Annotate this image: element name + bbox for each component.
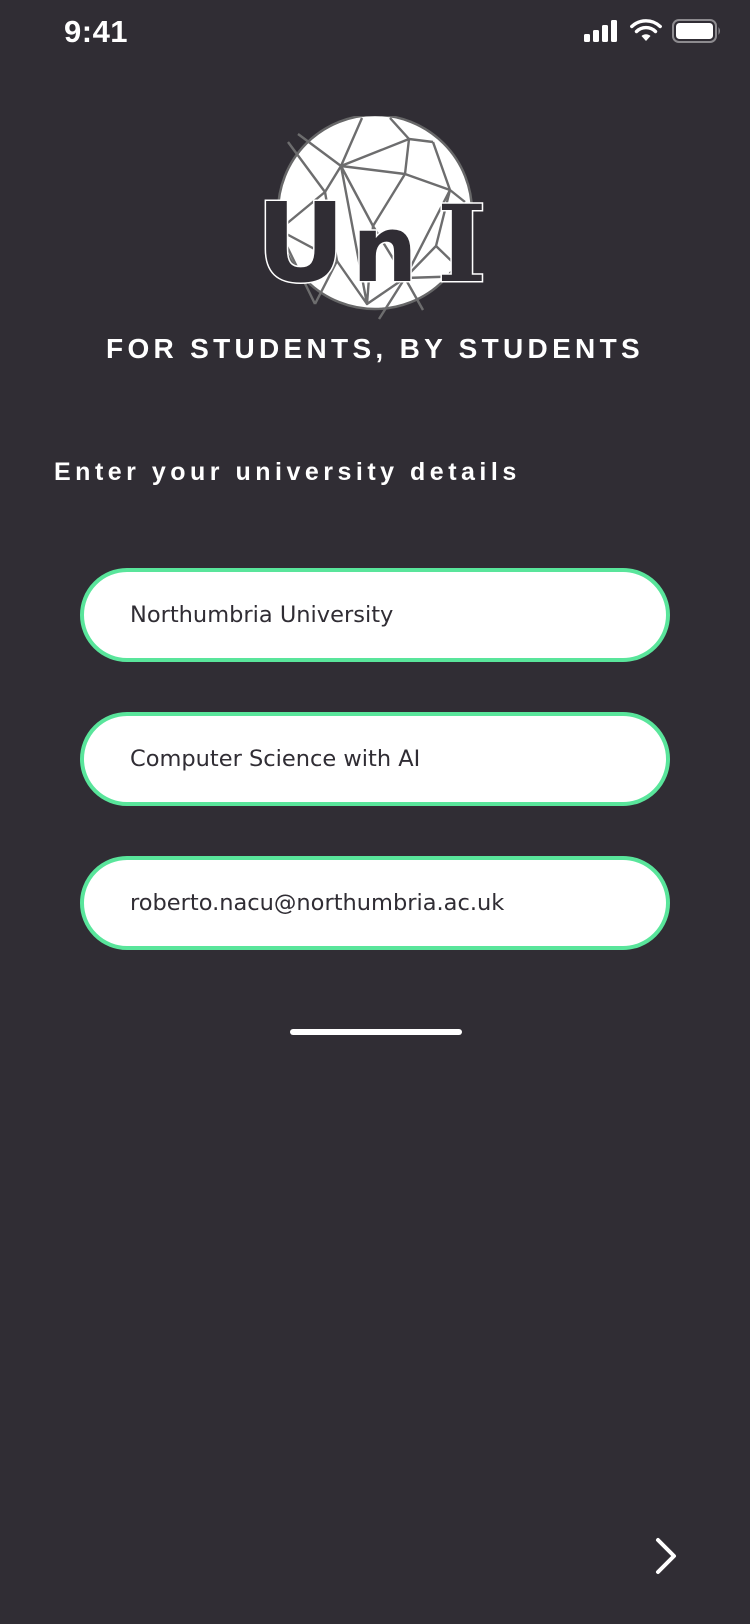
course-input[interactable] [130, 746, 636, 772]
status-icons [584, 16, 722, 46]
university-input[interactable] [130, 602, 636, 628]
university-field[interactable] [80, 568, 670, 662]
battery-icon [672, 19, 720, 43]
chevron-right-icon [656, 1538, 676, 1574]
status-time: 9:41 [64, 14, 129, 49]
wifi-icon [630, 19, 662, 41]
status-bar: 9:41 [0, 0, 750, 66]
course-field[interactable] [80, 712, 670, 806]
signal-icon [584, 20, 617, 42]
logo-letter-n: n [352, 196, 418, 303]
tagline: FOR STUDENTS, BY STUDENTS [106, 333, 644, 364]
uni-logo-graphic: U n I [255, 113, 488, 320]
university-details-heading: Enter your university details [54, 458, 521, 486]
home-indicator [290, 1029, 462, 1035]
logo-letter-u: U [256, 179, 345, 307]
uni-logo: U n I [255, 113, 495, 322]
next-button[interactable] [640, 1530, 692, 1582]
email-input[interactable] [130, 890, 636, 916]
logo-letter-i: I [437, 181, 487, 306]
email-field[interactable] [80, 856, 670, 950]
